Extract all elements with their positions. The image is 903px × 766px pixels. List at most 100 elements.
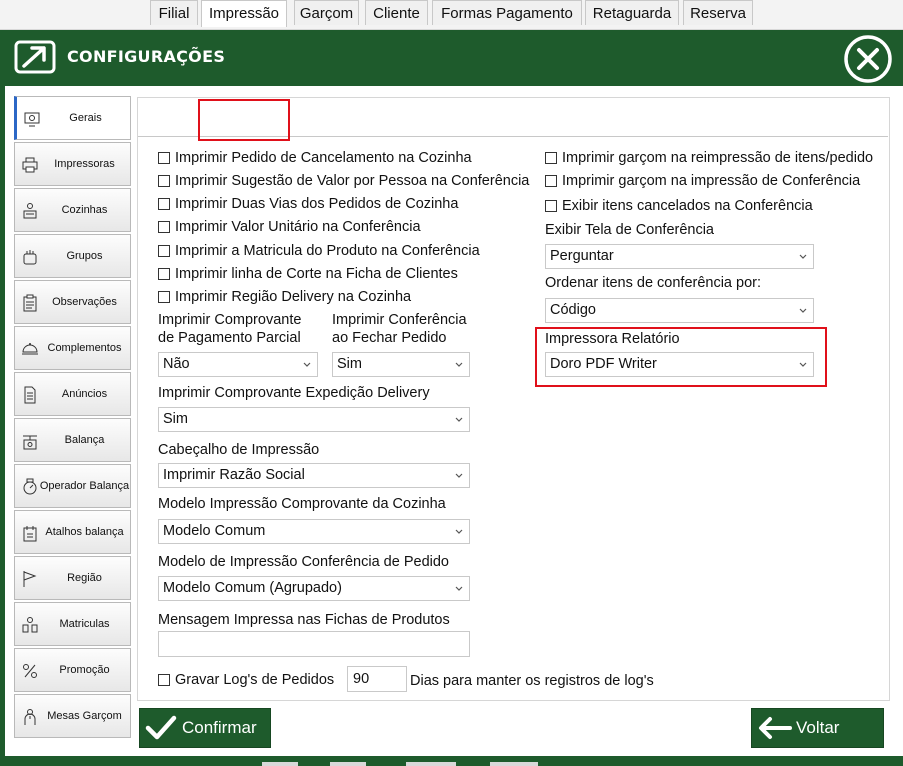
checkbox-label: Imprimir a Matricula do Produto na Confe… [175,243,480,259]
conferencia-fechar-label-2: ao Fechar Pedido [332,330,447,346]
chevron-down-icon [455,586,463,591]
confirm-button[interactable]: Confirmar [139,708,271,748]
close-button[interactable] [843,34,893,84]
checkbox[interactable] [158,152,170,164]
sidebar-item-atalhos-balanca[interactable]: Atalhos balança [14,510,131,554]
checkbox[interactable] [545,175,557,187]
modelo-cozinha-select[interactable]: Modelo Comum [158,519,470,544]
checkbox[interactable] [545,200,557,212]
sidebar-item-label: Balança [64,434,105,446]
check-matricula-produto[interactable]: Imprimir a Matricula do Produto na Confe… [158,243,480,259]
checkbox[interactable] [158,245,170,257]
checkbox[interactable] [158,291,170,303]
registrations-icon [22,617,38,633]
checkbox[interactable] [158,198,170,210]
checkbox[interactable] [158,221,170,233]
sidebar-item-label: Atalhos balança [45,526,124,538]
cabecalho-label: Cabeçalho de Impressão [158,442,320,458]
sidebar-item-cozinhas[interactable]: Cozinhas [14,188,131,232]
select-value: Doro PDF Writer [550,356,657,372]
select-value: Sim [163,411,188,427]
log-days-input[interactable]: 90 [347,666,407,692]
sidebar-item-matriculas[interactable]: Matriculas [14,602,131,646]
impressora-relatorio-select[interactable]: Doro PDF Writer [545,352,814,377]
checkbox[interactable] [158,268,170,280]
tab-impressao[interactable]: Impressão [201,0,287,27]
mensagem-input[interactable] [158,631,470,657]
ordenar-select[interactable]: Código [545,298,814,323]
sidebar-item-anuncios[interactable]: Anúncios [14,372,131,416]
mensagem-label: Mensagem Impressa nas Fichas de Produtos [158,612,450,628]
sidebar-item-label: Complementos [47,342,122,354]
checkbox-label: Imprimir Região Delivery na Cozinha [175,289,412,305]
gear-monitor-icon [24,112,40,127]
comprovante-parcial-label-1: Imprimir Comprovante [158,312,302,328]
sidebar-item-impressoras[interactable]: Impressoras [14,142,131,186]
tab-filial[interactable]: Filial [150,0,198,25]
check-duas-vias[interactable]: Imprimir Duas Vias dos Pedidos de Cozinh… [158,196,458,212]
select-value: Modelo Comum (Agrupado) [163,580,342,596]
checkbox-label: Imprimir Pedido de Cancelamento na Cozin… [175,150,472,166]
sidebar-item-mesas-garcom[interactable]: Mesas Garçom [14,694,131,738]
scale-icon [23,435,37,450]
sidebar-item-label: Observações [52,296,117,308]
check-itens-cancelados[interactable]: Exibir itens cancelados na Conferência [545,198,813,214]
check-garcom-conferencia[interactable]: Imprimir garçom na impressão de Conferên… [545,173,860,189]
log-days-suffix: Dias para manter os registros de log's [410,673,654,689]
groups-icon [23,250,37,265]
chevron-down-icon [455,362,463,367]
check-cancelamento-cozinha[interactable]: Imprimir Pedido de Cancelamento na Cozin… [158,150,472,166]
sidebar-item-observacoes[interactable]: Observações [14,280,131,324]
chevron-down-icon [455,473,463,478]
select-value: Modelo Comum [163,523,266,539]
sidebar-item-complementos[interactable]: Complementos [14,326,131,370]
printer-icon [22,157,38,173]
checkmark-icon [145,715,177,740]
cabecalho-select[interactable]: Imprimir Razão Social [158,463,470,488]
flag-icon [23,571,37,587]
sidebar-item-gerais[interactable]: Gerais [14,96,131,140]
sidebar-item-promocao[interactable]: Promoção [14,648,131,692]
check-garcom-reimpressao[interactable]: Imprimir garçom na reimpressão de itens/… [545,150,873,166]
tab-highlight-box [198,99,290,141]
checkbox-label: Imprimir Valor Unitário na Conferência [175,219,421,235]
check-linha-corte[interactable]: Imprimir linha de Corte na Ficha de Clie… [158,266,458,282]
sidebar-item-balanca[interactable]: Balança [14,418,131,462]
sidebar-item-grupos[interactable]: Grupos [14,234,131,278]
checkbox-label: Imprimir garçom na impressão de Conferên… [562,173,861,189]
kitchen-icon [23,203,37,219]
tab-retaguarda[interactable]: Retaguarda [585,0,679,25]
select-value: Perguntar [550,248,614,264]
check-valor-unitario[interactable]: Imprimir Valor Unitário na Conferência [158,219,421,235]
header-bar: CONFIGURAÇÕES [5,30,903,86]
sidebar-item-label: Operador Balança [39,480,130,492]
check-sugestao-valor[interactable]: Imprimir Sugestão de Valor por Pessoa na… [158,173,529,189]
tab-cliente[interactable]: Cliente [365,0,428,25]
check-regiao-delivery[interactable]: Imprimir Região Delivery na Cozinha [158,289,411,305]
modelo-conferencia-select[interactable]: Modelo Comum (Agrupado) [158,576,470,601]
sidebar-item-regiao[interactable]: Região [14,556,131,600]
tab-garcom[interactable]: Garçom [294,0,359,25]
comprovante-parcial-select[interactable]: Não [158,352,318,377]
checkbox[interactable] [158,674,170,686]
modelo-conferencia-label: Modelo de Impressão Conferência de Pedid… [158,554,449,570]
tab-formas-pagamento[interactable]: Formas Pagamento [432,0,582,25]
checkbox[interactable] [545,152,557,164]
select-value: Não [163,356,190,372]
chevron-down-icon [799,254,807,259]
checkbox[interactable] [158,175,170,187]
expedicao-select[interactable]: Sim [158,407,470,432]
conferencia-fechar-label-1: Imprimir Conferência [332,312,467,328]
conferencia-fechar-select[interactable]: Sim [332,352,470,377]
checkbox-label: Imprimir Sugestão de Valor por Pessoa na… [175,173,530,189]
expedicao-label: Imprimir Comprovante Expedição Delivery [158,385,430,401]
comprovante-parcial-label-2: de Pagamento Parcial [158,330,301,346]
back-button[interactable]: Voltar [751,708,884,748]
exibir-tela-label: Exibir Tela de Conferência [545,222,714,238]
checkbox-label: Imprimir garçom na reimpressão de itens/… [562,150,874,166]
chevron-down-icon [799,362,807,367]
exibir-tela-select[interactable]: Perguntar [545,244,814,269]
sidebar-item-operador-balanca[interactable]: Operador Balança [14,464,131,508]
tab-reserva[interactable]: Reserva [683,0,753,25]
check-gravar-log[interactable]: Gravar Log's de Pedidos [158,672,334,688]
